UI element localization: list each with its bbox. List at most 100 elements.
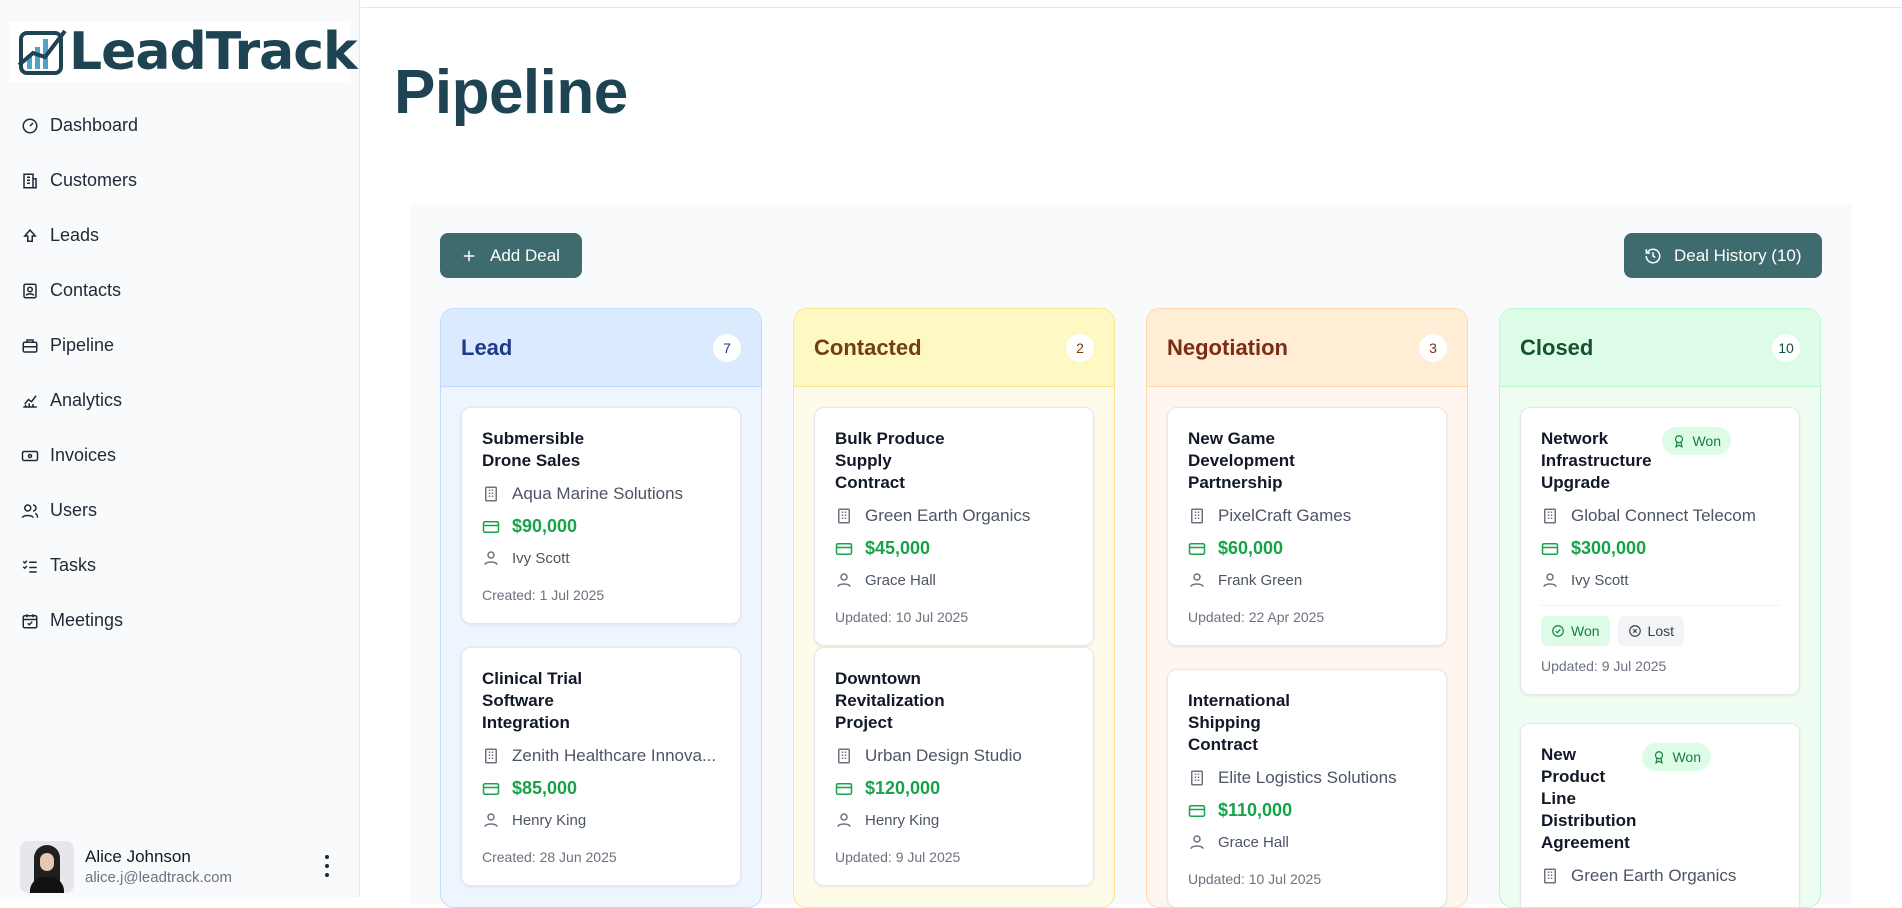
sidebar-nav: Dashboard Customers Leads Contacts Pipel…: [0, 98, 359, 648]
deal-history-label: Deal History (10): [1674, 245, 1802, 265]
credit-card-icon: [1188, 540, 1206, 558]
won-status-badge: Won: [1642, 743, 1711, 771]
add-deal-label: Add Deal: [490, 245, 560, 265]
mark-lost-button[interactable]: Lost: [1617, 616, 1685, 646]
column-title: Lead: [461, 334, 513, 360]
pipeline-board: Add Deal Deal History (10) Lead 7 Submer…: [410, 204, 1852, 908]
contact-card-icon: [21, 282, 39, 300]
sidebar-item-analytics[interactable]: Analytics: [0, 373, 359, 428]
banknote-icon: [21, 447, 39, 465]
building-icon: [1541, 507, 1559, 525]
deal-date: Created: 28 Jun 2025: [482, 849, 617, 865]
deal-amount: $45,000: [865, 538, 931, 558]
logo-text: LeadTrack: [69, 22, 358, 82]
column-count-badge: 3: [1419, 333, 1447, 362]
won-badge-label: Won: [1672, 749, 1701, 765]
user-name: Alice Johnson: [85, 847, 191, 866]
sidebar-item-customers[interactable]: Customers: [0, 153, 359, 208]
deal-card[interactable]: Downtown Revitalization Project Urban De…: [814, 647, 1094, 886]
deal-owner: Grace Hall: [865, 571, 936, 589]
avatar: [20, 841, 74, 893]
deal-card[interactable]: New Game Development Partnership PixelCr…: [1167, 407, 1447, 646]
award-icon: [1655, 751, 1664, 764]
chart-line-icon: [21, 392, 39, 410]
building-icon: [1188, 769, 1206, 787]
deal-card[interactable]: Clinical Trial Software Integration Zeni…: [461, 647, 741, 886]
lost-label: Lost: [1647, 623, 1675, 639]
gauge-icon: [21, 117, 39, 135]
sidebar-item-label: Customers: [50, 170, 138, 190]
building-icon: [21, 172, 39, 190]
deal-card[interactable]: Submersible Drone Sales Aqua Marine Solu…: [461, 407, 741, 624]
deal-amount: $60,000: [1218, 538, 1284, 558]
sidebar-item-dashboard[interactable]: Dashboard: [0, 98, 359, 153]
deal-card[interactable]: Won Network Infrastructure Upgrade Globa…: [1520, 407, 1800, 695]
more-vertical-icon[interactable]: [324, 855, 330, 877]
deal-date: Updated: 9 Jul 2025: [835, 849, 961, 865]
award-icon: [1675, 435, 1684, 448]
users-icon: [21, 502, 39, 520]
deal-amount: $110,000: [1218, 800, 1293, 820]
deal-owner: Grace Hall: [1218, 833, 1289, 851]
deal-date: Updated: 9 Jul 2025: [1541, 658, 1667, 674]
column-title: Contacted: [814, 334, 922, 360]
sidebar-item-meetings[interactable]: Meetings: [0, 593, 359, 648]
column-count-badge: 7: [713, 333, 741, 362]
logo[interactable]: LeadTrack: [9, 22, 358, 82]
sidebar-item-label: Contacts: [50, 280, 122, 300]
deal-history-button[interactable]: Deal History (10): [1624, 233, 1822, 278]
user-profile[interactable]: Alice Johnson alice.j@leadtrack.com: [20, 841, 350, 893]
sidebar-item-label: Tasks: [50, 555, 97, 575]
won-label: Won: [1571, 623, 1600, 639]
user-icon: [482, 811, 500, 829]
deal-card[interactable]: International Shipping Contract Elite Lo…: [1167, 669, 1447, 907]
credit-card-icon: [482, 518, 500, 536]
sidebar-item-label: Dashboard: [50, 115, 139, 135]
sidebar-item-leads[interactable]: Leads: [0, 208, 359, 263]
sidebar-item-label: Users: [50, 500, 98, 520]
building-icon: [835, 507, 853, 525]
sidebar-item-contacts[interactable]: Contacts: [0, 263, 359, 318]
deal-company: Green Earth Organics: [865, 506, 1031, 525]
deal-company: PixelCraft Games: [1218, 506, 1352, 525]
credit-card-icon: [1188, 802, 1206, 820]
sidebar-item-label: Invoices: [50, 445, 117, 465]
deal-date: Updated: 22 Apr 2025: [1188, 609, 1325, 625]
deal-amount: $85,000: [512, 778, 578, 798]
user-icon: [1188, 833, 1206, 851]
deal-title: Bulk Produce Supply Contract: [835, 429, 945, 492]
deal-date: Created: 1 Jul 2025: [482, 587, 605, 603]
building-icon: [1188, 507, 1206, 525]
sidebar-item-users[interactable]: Users: [0, 483, 359, 538]
card-divider: [1541, 605, 1779, 606]
deal-owner: Ivy Scott: [1571, 571, 1629, 589]
credit-card-icon: [835, 780, 853, 798]
deal-date: Updated: 10 Jul 2025: [1188, 871, 1322, 887]
deal-title: New Game Development Partnership: [1188, 429, 1295, 492]
sidebar-item-label: Leads: [50, 225, 100, 245]
won-status-badge: Won: [1662, 427, 1731, 455]
deal-date: Updated: 10 Jul 2025: [835, 609, 969, 625]
column-title: Closed: [1520, 334, 1594, 360]
deal-company: Green Earth Organics: [1571, 866, 1737, 885]
column-negotiation: Negotiation 3 New Game Development Partn…: [1146, 308, 1468, 908]
sidebar-item-tasks[interactable]: Tasks: [0, 538, 359, 593]
deal-card[interactable]: Won New Product Line Distribution Agreem…: [1520, 723, 1800, 907]
sidebar-item-invoices[interactable]: Invoices: [0, 428, 359, 483]
add-deal-button[interactable]: Add Deal: [440, 233, 582, 278]
user-icon: [835, 571, 853, 589]
column-header: Closed 10: [1500, 309, 1820, 387]
column-contacted: Contacted 2 Bulk Produce Supply Contract…: [793, 308, 1115, 908]
mark-won-button[interactable]: Won: [1541, 616, 1610, 646]
check-circle-icon: [1552, 625, 1564, 637]
user-icon: [835, 811, 853, 829]
deal-card[interactable]: Bulk Produce Supply Contract Green Earth…: [814, 407, 1094, 646]
user-email: alice.j@leadtrack.com: [85, 869, 232, 886]
deal-owner: Henry King: [865, 811, 940, 829]
building-icon: [1541, 867, 1559, 885]
deal-company: Elite Logistics Solutions: [1218, 768, 1397, 787]
deal-company: Aqua Marine Solutions: [512, 484, 684, 503]
sidebar-item-pipeline[interactable]: Pipeline: [0, 318, 359, 373]
plus-icon: [463, 250, 475, 261]
credit-card-icon: [1541, 540, 1559, 558]
